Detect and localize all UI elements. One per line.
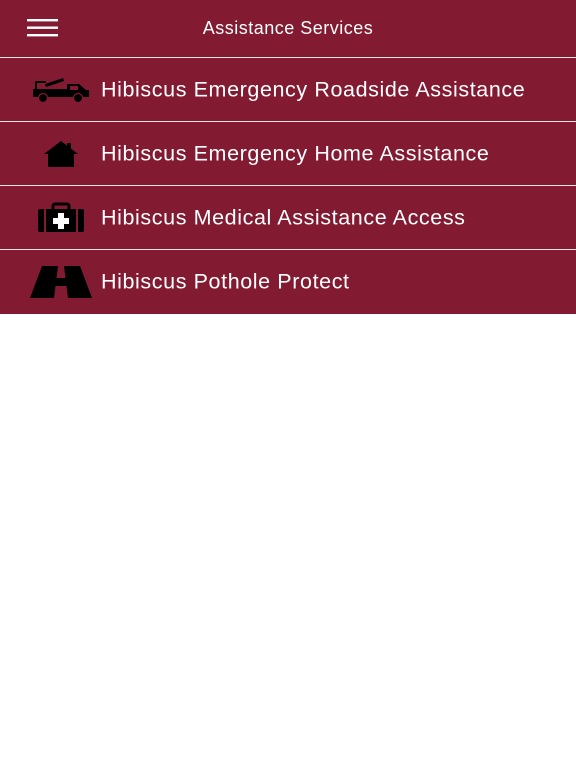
app-header: Assistance Services [0, 0, 576, 58]
road-icon [26, 250, 96, 313]
house-icon [26, 122, 96, 185]
service-label: Hibiscus Emergency Home Assistance [101, 141, 490, 165]
service-item-pothole-protect[interactable]: Hibiscus Pothole Protect [0, 250, 576, 314]
service-item-roadside-assistance[interactable]: Hibiscus Emergency Roadside Assistance [0, 58, 576, 122]
page-title: Assistance Services [202, 18, 374, 38]
app-screen: Assistance Services Hibiscus Emergency R… [0, 0, 576, 768]
service-label: Hibiscus Medical Assistance Access [101, 205, 466, 229]
service-label: Hibiscus Pothole Protect [101, 269, 350, 294]
service-list: Hibiscus Emergency Roadside Assistance H… [0, 58, 576, 314]
service-label: Hibiscus Emergency Roadside Assistance [101, 77, 526, 101]
service-item-home-assistance[interactable]: Hibiscus Emergency Home Assistance [0, 122, 576, 186]
service-item-medical-assistance[interactable]: Hibiscus Medical Assistance Access [0, 186, 576, 250]
first-aid-kit-icon [26, 186, 96, 249]
tow-truck-icon [26, 58, 96, 121]
